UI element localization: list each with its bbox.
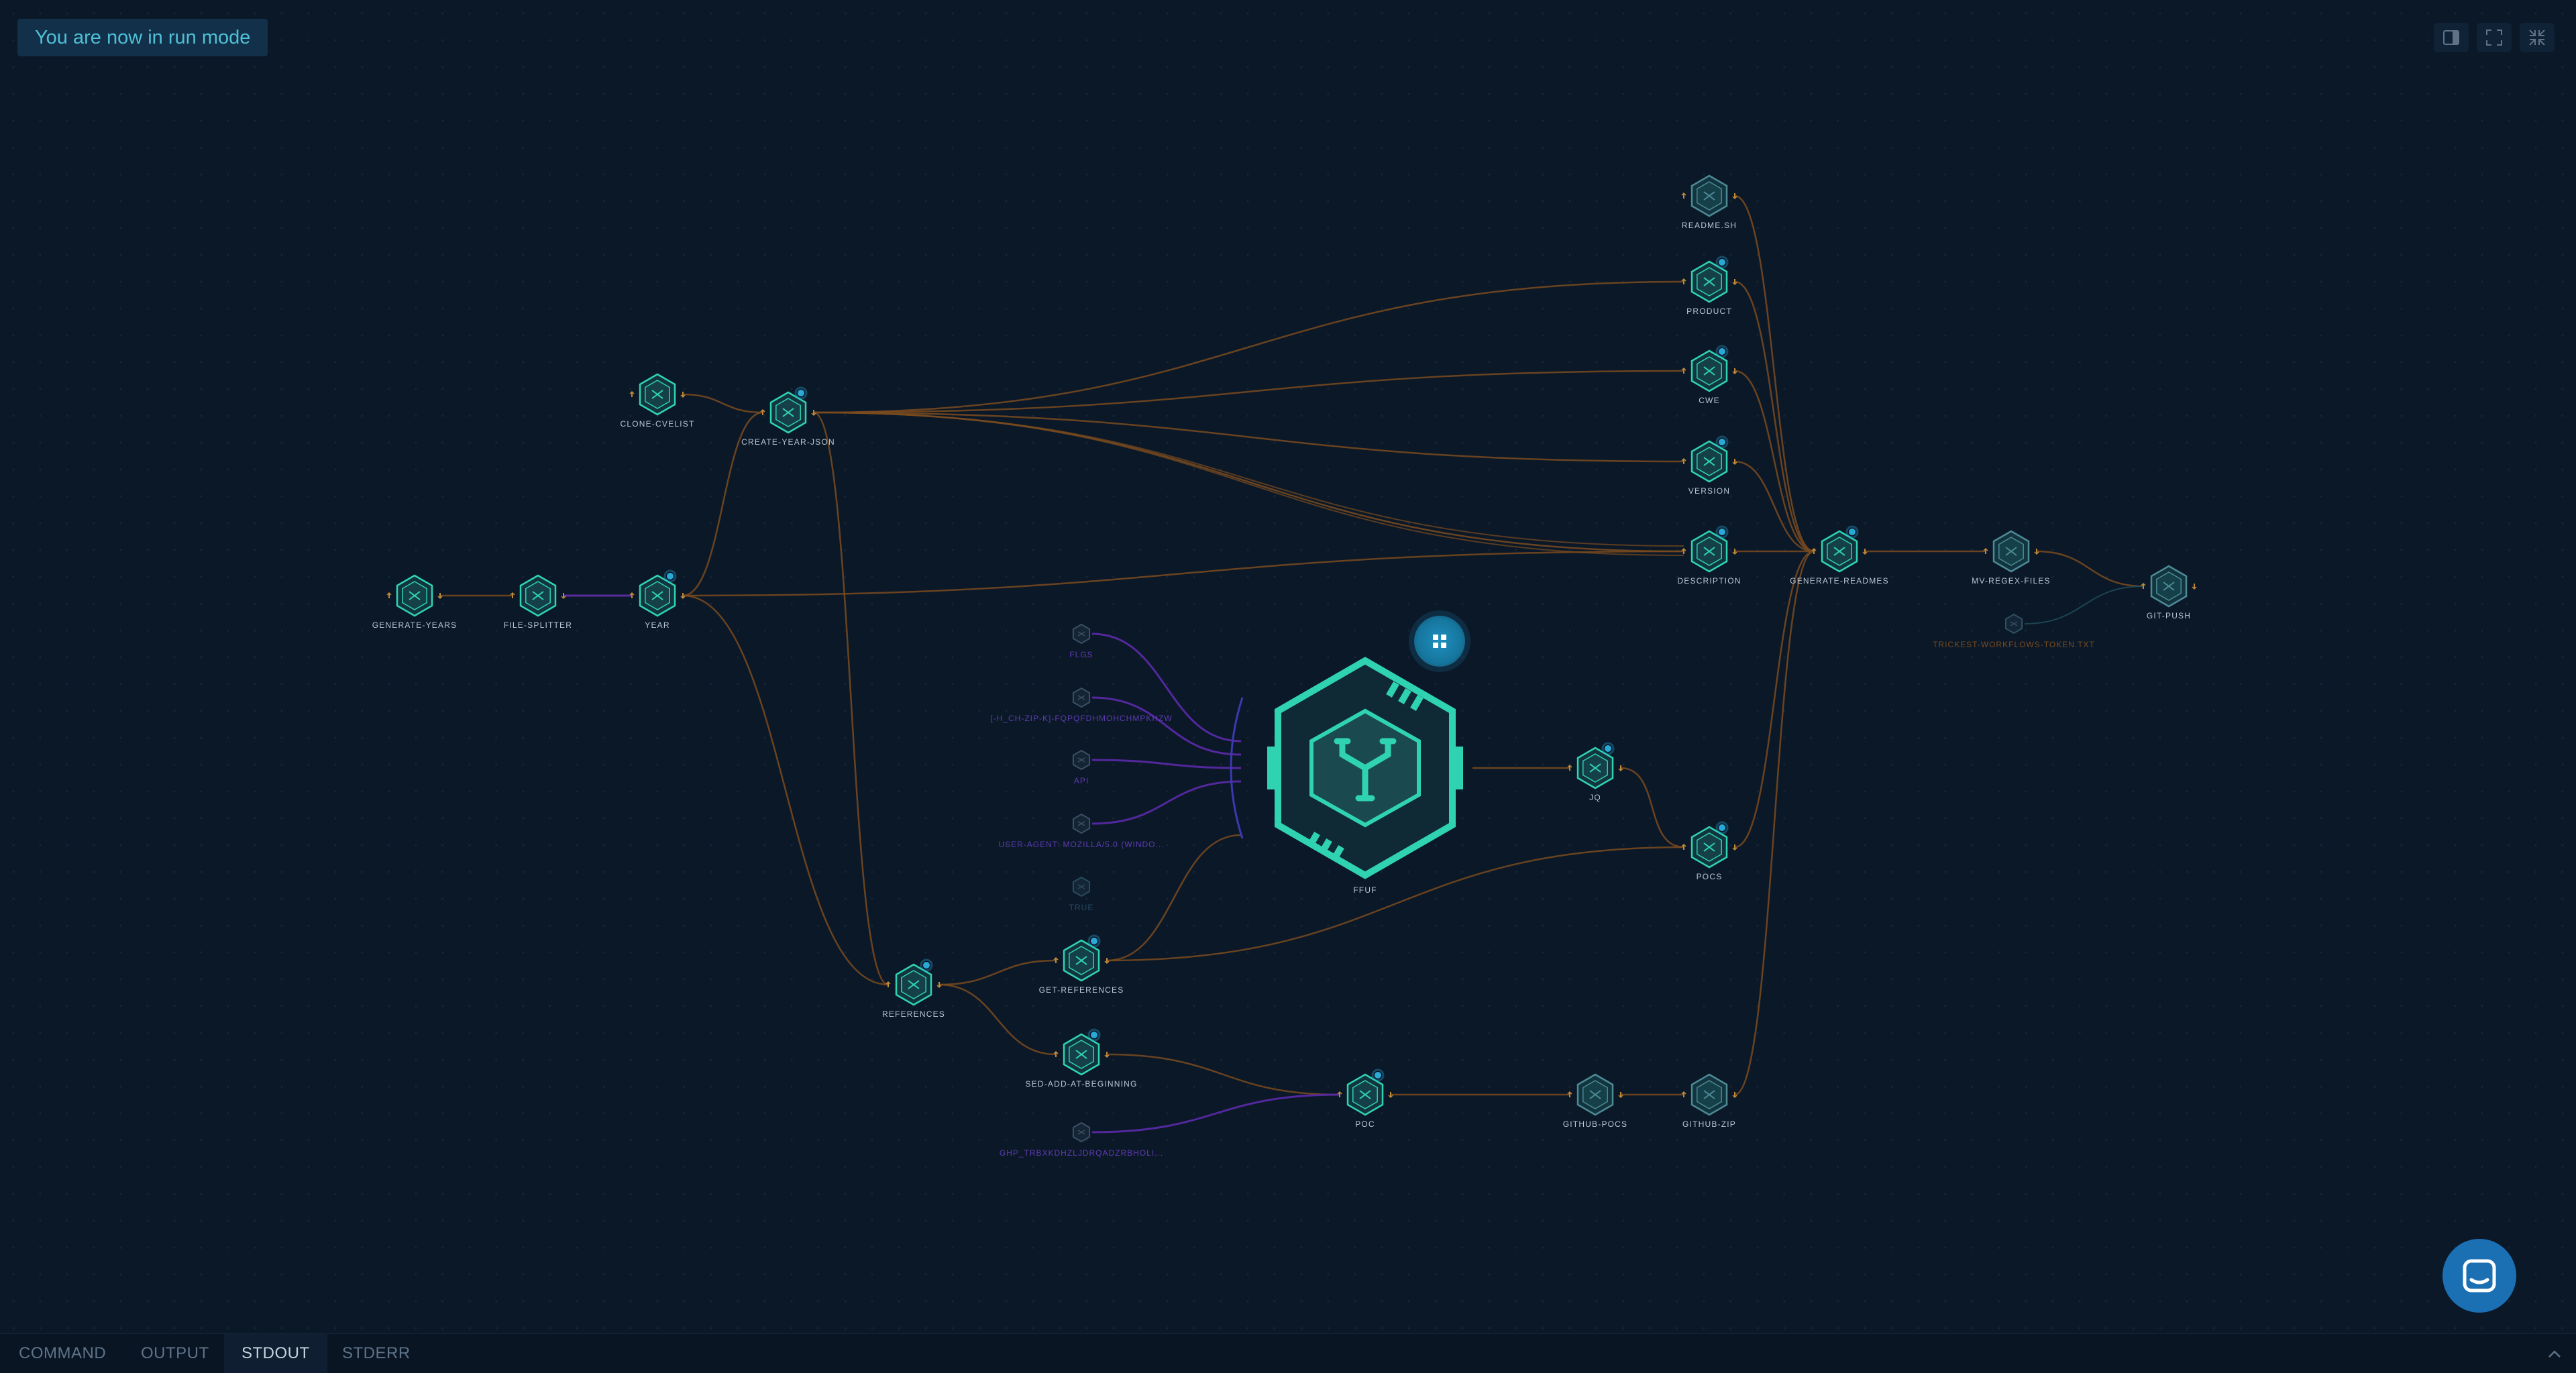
node-label-create-year-json: CREATE-YEAR-JSON — [741, 437, 835, 447]
param-label-p-fade: TRUE — [1069, 903, 1094, 912]
sidebar-toggle-button[interactable] — [2434, 23, 2469, 52]
param-hexagon-icon — [1072, 749, 1091, 771]
param-hexagon-icon — [1072, 813, 1091, 834]
collapse-button[interactable] — [2520, 23, 2555, 52]
node-label-version: VERSION — [1688, 486, 1731, 496]
node-label-github-zip: GITHUB-ZIP — [1682, 1119, 1736, 1129]
param-label-p-h: [-H_CH-ZIP-K]-FQPQFDHMOHCHMPKHZW — [990, 714, 1173, 723]
param-node-p-fade[interactable] — [1061, 867, 1102, 907]
param-hexagon-icon — [1072, 1121, 1091, 1143]
node-label-cwe: CWE — [1699, 396, 1720, 405]
chat-icon — [2463, 1259, 2496, 1293]
param-hexagon-icon — [1072, 876, 1091, 897]
edge-create-year-json-references — [813, 411, 889, 986]
chat-support-button[interactable] — [2443, 1239, 2516, 1313]
output-panel-tabs: COMMAND OUTPUT STDOUT STDERR — [0, 1333, 2576, 1373]
param-hexagon-icon — [1072, 623, 1091, 645]
node-label-product: PRODUCT — [1686, 307, 1732, 316]
tab-stdout[interactable]: STDOUT — [224, 1334, 327, 1373]
param-node-p-flags[interactable] — [1061, 614, 1102, 654]
chevron-up-icon[interactable] — [2546, 1346, 2563, 1362]
edge-h-ffuf — [1091, 696, 1242, 756]
param-label-p-flags: FLGS — [1069, 650, 1093, 659]
param-node-p-h[interactable] — [1061, 677, 1102, 718]
param-label-p-git: GHP_TRBXKDHZLJDRQADZRBHOLI... — [999, 1148, 1164, 1158]
node-label-git-push: GIT-PUSH — [2146, 611, 2192, 620]
edge-sed-add-at-beginning-poc — [1106, 1053, 1340, 1096]
edge-create-year-json-product — [813, 280, 1684, 414]
node-label-sed-add-at-beginning: SED-ADD-AT-BEGINNING — [1025, 1079, 1138, 1089]
edge-getref-ffuf — [1106, 834, 1242, 962]
node-label-get-references: GET-REFERENCES — [1038, 985, 1124, 995]
param-node-p-api[interactable] — [1061, 740, 1102, 780]
edge-create-year-json-cwe — [813, 370, 1684, 414]
tab-command[interactable]: COMMAND — [1, 1334, 123, 1373]
tab-stderr[interactable]: STDERR — [325, 1334, 428, 1373]
node-label-pocs: POCS — [1696, 872, 1723, 881]
edge-references-sed-add-at-beginning — [938, 983, 1057, 1056]
edge-api-ffuf — [1091, 759, 1242, 769]
edge-extra-1 — [813, 412, 1684, 547]
param-hexagon-icon — [2004, 613, 2023, 635]
fullscreen-icon — [2486, 30, 2502, 46]
param-node-p-ua[interactable] — [1061, 804, 1102, 844]
param-label-p-ua: USER-AGENT: MOZILLA/5.0 (WINDO... — [998, 840, 1165, 849]
edge-year-description — [682, 550, 1684, 597]
edge-create-year-json-description — [813, 411, 1684, 553]
run-mode-banner: You are now in run mode — [17, 19, 268, 56]
param-node-p-token[interactable] — [1994, 604, 2034, 644]
ffuf-hub-node[interactable] — [1258, 647, 1472, 889]
hub-grid-button[interactable] — [1414, 616, 1465, 667]
edge-extra-2 — [813, 412, 1684, 556]
ffuf-hub-label: FFUF — [1353, 885, 1377, 895]
ffuf-hub-icon — [1267, 657, 1463, 879]
node-label-jq: JQ — [1589, 793, 1601, 802]
param-label-p-api: API — [1073, 776, 1089, 785]
node-label-readme-sh: README.SH — [1681, 221, 1737, 230]
grid-icon — [1433, 635, 1446, 648]
node-label-references: REFERENCES — [881, 1009, 945, 1019]
param-label-p-token: TRICKEST-WORKFLOWS-TOKEN.TXT — [1933, 640, 2095, 649]
sidebar-toggle-icon — [2443, 30, 2459, 45]
run-mode-banner-text: You are now in run mode — [35, 27, 251, 48]
edge-pocs-generate-readmes — [1734, 550, 1815, 848]
fullscreen-button[interactable] — [2477, 23, 2512, 52]
edge-create-year-json-version — [813, 411, 1684, 463]
tab-output[interactable]: OUTPUT — [123, 1334, 227, 1373]
node-label-year: YEAR — [645, 620, 670, 630]
param-hexagon-icon — [1072, 687, 1091, 708]
edge-references-get-references — [938, 959, 1057, 986]
edge-ua-ffuf — [1091, 780, 1242, 825]
collapse-icon — [2529, 30, 2545, 46]
param-node-p-git[interactable] — [1061, 1112, 1102, 1152]
node-label-mv-regex-files: MV-REGEX-FILES — [1972, 576, 2051, 586]
